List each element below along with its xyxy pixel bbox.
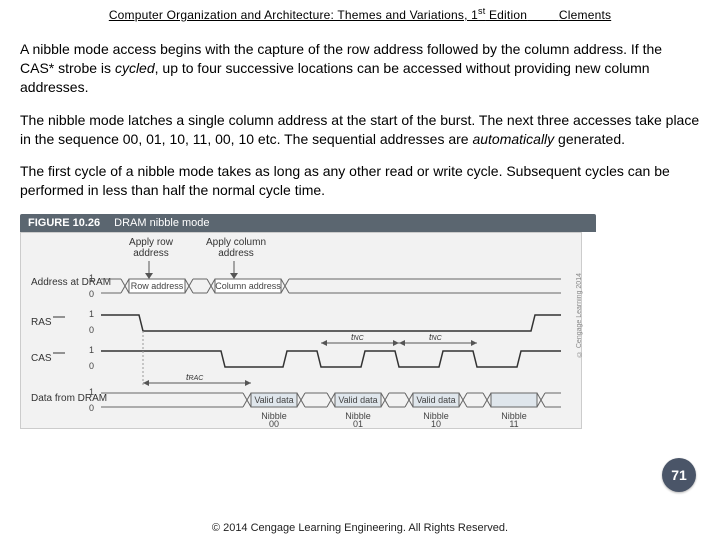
svg-text:Valid data: Valid data — [416, 395, 455, 405]
figure-label: FIGURE 10.26 — [28, 217, 100, 229]
book-title: Computer Organization and Architecture: … — [109, 8, 478, 22]
svg-text:Address at DRAM: Address at DRAM — [31, 277, 111, 288]
author: Clements — [559, 8, 611, 22]
footer-copyright: © 2014 Cengage Learning Engineering. All… — [0, 522, 720, 534]
paragraph-2: The nibble mode latches a single column … — [20, 111, 700, 149]
svg-text:1: 1 — [89, 345, 94, 355]
svg-text:1: 1 — [89, 309, 94, 319]
paragraph-3: The first cycle of a nibble mode takes a… — [20, 162, 700, 200]
edition-word: Edition — [485, 8, 527, 22]
page-number-badge: 71 — [662, 458, 696, 492]
book-header: Computer Organization and Architecture: … — [0, 0, 720, 22]
figure-title: DRAM nibble mode — [114, 217, 209, 229]
svg-text:tNC: tNC — [429, 332, 443, 342]
svg-text:00: 00 — [269, 419, 279, 428]
svg-text:0: 0 — [89, 361, 94, 371]
svg-text:tNC: tNC — [351, 332, 365, 342]
svg-text:10: 10 — [431, 419, 441, 428]
svg-text:RAS: RAS — [31, 317, 52, 328]
svg-text:1: 1 — [89, 273, 94, 283]
svg-text:0: 0 — [89, 325, 94, 335]
svg-text:CAS: CAS — [31, 353, 52, 364]
svg-text:Valid data: Valid data — [338, 395, 377, 405]
timing-diagram: Address at DRAM 1 0 Row address Column a… — [21, 233, 581, 428]
figure-header: FIGURE 10.26 DRAM nibble mode — [20, 214, 596, 232]
svg-text:Column address: Column address — [215, 281, 281, 291]
figure-body: © Cengage Learning 2014 Apply row addres… — [20, 232, 582, 429]
figure-container: FIGURE 10.26 DRAM nibble mode © Cengage … — [20, 214, 580, 429]
svg-text:tRAC: tRAC — [186, 372, 204, 382]
svg-text:Data from DRAM: Data from DRAM — [31, 393, 107, 404]
svg-text:11: 11 — [509, 419, 518, 428]
svg-text:Row address: Row address — [131, 281, 184, 291]
svg-text:1: 1 — [89, 387, 94, 397]
svg-text:0: 0 — [89, 403, 94, 413]
paragraph-1: A nibble mode access begins with the cap… — [20, 40, 700, 97]
svg-text:Valid data: Valid data — [254, 395, 293, 405]
content-area: A nibble mode access begins with the cap… — [0, 22, 720, 200]
svg-text:01: 01 — [353, 419, 363, 428]
svg-text:0: 0 — [89, 289, 94, 299]
